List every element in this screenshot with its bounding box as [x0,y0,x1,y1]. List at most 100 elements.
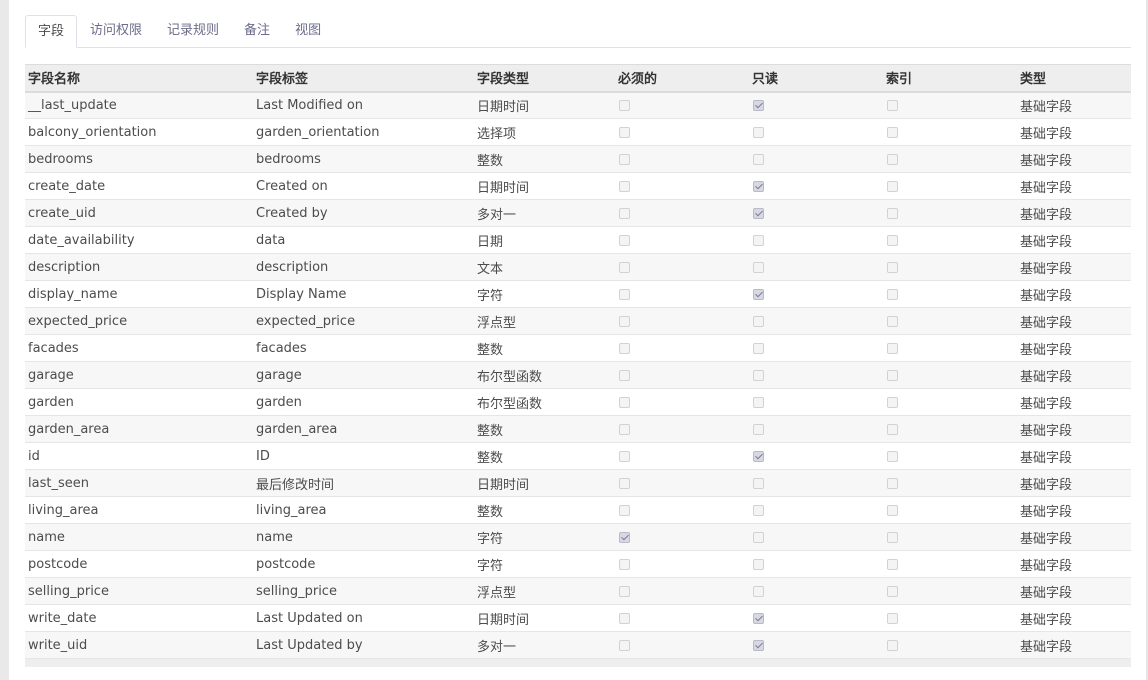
readonly-cell [749,362,883,389]
readonly-checkbox [753,639,764,651]
index-checkbox [887,369,898,381]
column-header-field-name[interactable]: 字段名称 [25,64,253,93]
table-row[interactable]: garden_area garden_area 整数 基础字段 [25,415,1131,443]
field-kind-cell: 基础字段 [1020,612,1073,628]
index-cell [883,92,1017,119]
field-type-cell: 字符 [477,288,504,304]
index-cell [883,119,1017,146]
column-header-required[interactable]: 必须的 [615,64,749,93]
column-header-readonly[interactable]: 只读 [749,64,883,93]
required-checkbox [619,207,630,219]
field-label-cell: 最后修改时间 [256,477,335,493]
table-row[interactable]: name name 字符 基础字段 [25,523,1131,551]
readonly-cell [749,335,883,362]
table-row[interactable]: __last_update Last Modified on 日期时间 基础字段 [25,91,1131,119]
required-cell [615,119,749,146]
index-checkbox [887,450,898,462]
field-label-cell: garden_area [256,421,338,437]
index-cell [883,497,1017,524]
table-row[interactable]: display_name Display Name 字符 基础字段 [25,280,1131,308]
field-kind-cell: 基础字段 [1020,315,1073,331]
field-type-cell: 整数 [477,342,504,358]
column-header-kind[interactable]: 类型 [1017,64,1131,93]
field-name-cell: __last_update [28,97,117,113]
fields-page: 字段 访问权限 记录规则 备注 视图 字段名称 字段标签 字段类型 必须的 只读… [0,0,1148,680]
field-type-cell: 多对一 [477,639,517,655]
required-cell [615,443,749,470]
tab-notes[interactable]: 备注 [232,15,282,47]
tab-fields[interactable]: 字段 [25,15,78,48]
field-label-cell: garden_orientation [256,124,380,140]
index-checkbox [887,288,898,300]
index-checkbox [887,315,898,327]
tab-record-rules[interactable]: 记录规则 [155,15,231,47]
required-cell [615,416,749,443]
tab-access-rights[interactable]: 访问权限 [78,15,154,47]
readonly-checkbox [753,585,764,597]
field-name-cell: create_uid [28,205,96,221]
table-row[interactable]: garden garden 布尔型函数 基础字段 [25,388,1131,416]
field-label-cell: description [256,259,329,275]
field-type-cell: 浮点型 [477,585,517,601]
table-row[interactable]: postcode postcode 字符 基础字段 [25,550,1131,578]
index-cell [883,227,1017,254]
field-type-cell: 字符 [477,531,504,547]
field-label-cell: bedrooms [256,151,321,167]
required-checkbox [619,153,630,165]
tab-views[interactable]: 视图 [283,15,333,47]
field-name-cell: facades [28,340,79,356]
table-row[interactable]: living_area living_area 整数 基础字段 [25,496,1131,524]
table-row[interactable]: date_availability data 日期 基础字段 [25,226,1131,254]
field-label-cell: selling_price [256,583,337,599]
readonly-cell [749,308,883,335]
field-label-cell: Last Modified on [256,97,364,113]
column-header-field-label[interactable]: 字段标签 [253,64,474,93]
readonly-checkbox [753,531,764,543]
field-kind-cell: 基础字段 [1020,558,1073,574]
table-row[interactable]: write_uid Last Updated by 多对一 基础字段 [25,631,1131,659]
table-row[interactable]: selling_price selling_price 浮点型 基础字段 [25,577,1131,605]
readonly-cell [749,497,883,524]
index-checkbox [887,504,898,516]
readonly-cell [749,632,883,659]
index-cell [883,335,1017,362]
table-row[interactable]: write_date Last Updated on 日期时间 基础字段 [25,604,1131,632]
field-label-cell: garage [256,367,302,383]
index-cell [883,470,1017,497]
field-kind-cell: 基础字段 [1020,261,1073,277]
required-checkbox [619,342,630,354]
field-type-cell: 选择项 [477,126,517,142]
readonly-checkbox [753,315,764,327]
readonly-cell [749,146,883,173]
field-name-cell: date_availability [28,232,135,248]
required-checkbox [619,450,630,462]
column-header-index[interactable]: 索引 [883,64,1017,93]
readonly-checkbox [753,504,764,516]
table-row[interactable]: facades facades 整数 基础字段 [25,334,1131,362]
field-label-cell: garden [256,394,302,410]
index-checkbox [887,342,898,354]
field-label-cell: data [256,232,286,248]
field-label-cell: postcode [256,556,316,572]
table-row[interactable]: expected_price expected_price 浮点型 基础字段 [25,307,1131,335]
required-cell [615,227,749,254]
table-row[interactable]: description description 文本 基础字段 [25,253,1131,281]
required-checkbox [619,558,630,570]
column-header-field-type[interactable]: 字段类型 [474,64,615,93]
field-kind-cell: 基础字段 [1020,234,1073,250]
required-cell [615,551,749,578]
table-row[interactable]: create_uid Created by 多对一 基础字段 [25,199,1131,227]
table-row[interactable]: create_date Created on 日期时间 基础字段 [25,172,1131,200]
required-cell [615,92,749,119]
field-label-cell: Last Updated on [256,610,363,626]
table-row[interactable]: id ID 整数 基础字段 [25,442,1131,470]
table-row[interactable]: last_seen 最后修改时间 日期时间 基础字段 [25,469,1131,497]
table-row[interactable]: garage garage 布尔型函数 基础字段 [25,361,1131,389]
table-row[interactable]: bedrooms bedrooms 整数 基础字段 [25,145,1131,173]
index-checkbox [887,423,898,435]
required-cell [615,200,749,227]
required-checkbox [619,504,630,516]
field-label-cell: Last Updated by [256,637,363,653]
table-row[interactable]: balcony_orientation garden_orientation 选择项… [25,118,1131,146]
required-cell [615,389,749,416]
